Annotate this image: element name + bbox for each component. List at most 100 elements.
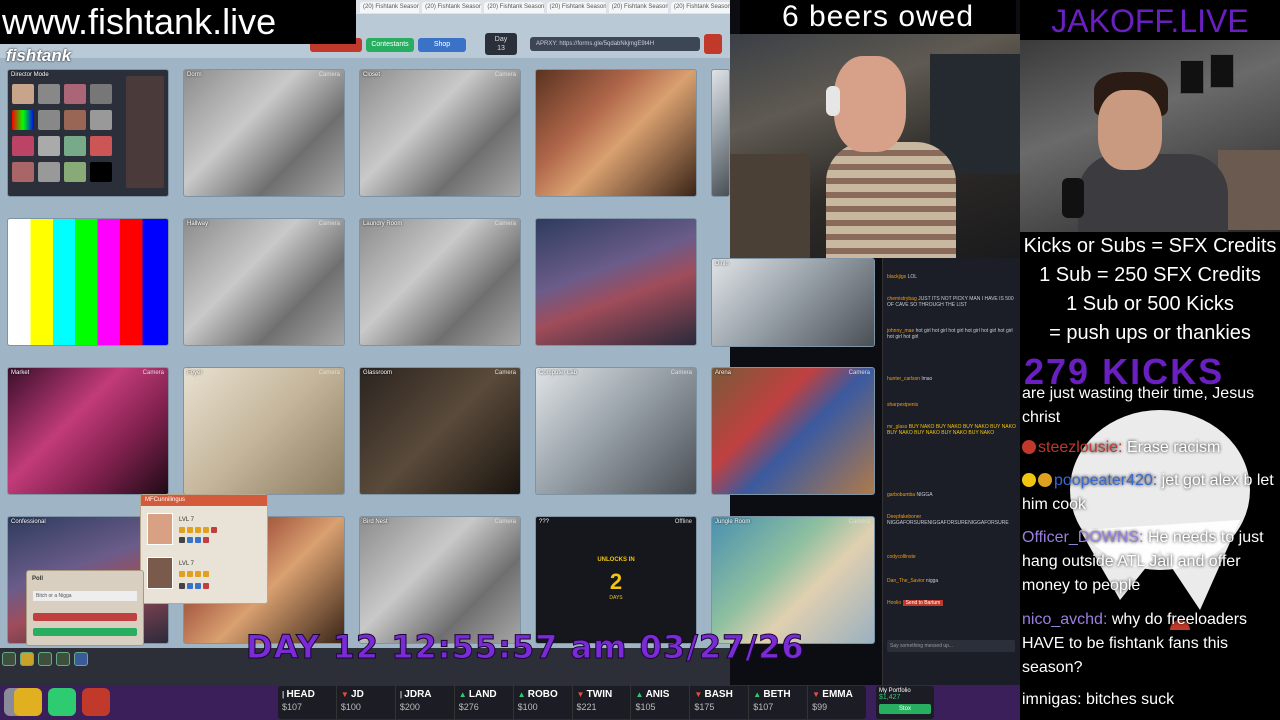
camera-label: Director Mode — [11, 72, 49, 78]
day-value: 13 — [497, 45, 505, 52]
contestant-level: LVL 7 — [179, 561, 195, 567]
camera-tile-glassroom[interactable]: Glassroom Camera — [359, 367, 521, 495]
stock-item[interactable]: ▼ EMMA $99 — [808, 686, 866, 719]
level-badge-icon — [1038, 473, 1052, 487]
portfolio-widget[interactable]: My Portfolio $1,427 Stox — [876, 686, 934, 719]
chat-message: Deepfakeboner NIGGAFORSURENIGGAFORSURENI… — [887, 514, 1009, 526]
camera-tile-bedroom[interactable] — [535, 218, 697, 346]
camera-tile-market[interactable]: Market Camera — [7, 367, 169, 495]
stock-item[interactable]: | HEAD $107 — [278, 686, 337, 719]
camera-tile-computer-lab[interactable]: Computer Lab Camera — [535, 367, 697, 495]
coin-icon[interactable] — [14, 688, 42, 716]
browser-tab[interactable]: (20) Fishtank Season... — [670, 2, 730, 13]
chat-message: hunter_carlson lmao — [887, 376, 933, 382]
chat-message: sharpestpenis — [887, 402, 919, 408]
camera-label: Arena — [715, 370, 732, 376]
camera-tile-dining[interactable]: Dinin — [711, 258, 875, 347]
camera-tile-color-bars[interactable] — [7, 218, 169, 346]
chat-message: mr_glass BUY NAKO BUY NAKO BUY NAKO BUY … — [887, 424, 1016, 436]
contestant-avatar — [147, 513, 173, 545]
camera-tile-foyer[interactable]: Foyer Camera — [183, 367, 345, 495]
stream-chat-message: steezlousie: Erase racism — [1022, 436, 1278, 460]
user-badge-icon — [1022, 440, 1036, 454]
camera-tile-director[interactable]: Director Mode — [7, 69, 169, 197]
camera-label: Confessional — [11, 519, 46, 525]
camera-tile-locked[interactable]: ??? Offline UNLOCKS IN 2 DAYS — [535, 516, 697, 644]
camera-label: Jungle Room — [715, 519, 751, 525]
unlock-text: UNLOCKS IN — [597, 557, 635, 563]
stream-chat-message: nico_avchd: why do freeloaders HAVE to b… — [1022, 611, 1248, 676]
camera-tile-living[interactable] — [535, 69, 697, 197]
camera-tile-laundry[interactable]: Laundry Room Camera — [359, 218, 521, 346]
browser-tab[interactable]: (20) Fishtank Season... — [484, 2, 544, 13]
chat-message: johnny_mae hot girl hot girl hot girl ho… — [887, 328, 1013, 340]
camera-tile-closet[interactable]: Closet Camera — [359, 69, 521, 197]
fishtank-browser: (20) Fishtank Season... (20) Fishtank Se… — [0, 0, 730, 685]
credits-line: = push ups or thankies — [1049, 322, 1251, 344]
camera-tile-arena[interactable]: Arena Camera — [711, 367, 875, 495]
stock-item[interactable]: ▼ BASH $175 — [690, 686, 750, 719]
crown-badge-icon — [1022, 473, 1036, 487]
browser-tab[interactable]: (20) Fishtank Season... — [422, 2, 482, 13]
app-chat-panel: blackjigs LOL chemistrybag JUST ITS NOT … — [882, 258, 1020, 685]
day-indicator: Day 13 — [485, 33, 517, 55]
unlock-number: 2 — [609, 569, 623, 594]
day-clock-overlay: DAY 12 12:55:57 am 03/27/26 — [246, 628, 805, 667]
stock-item[interactable]: ▲ ANIS $105 — [631, 686, 691, 719]
camera-tag: Camera — [494, 370, 516, 376]
contestant-avatar — [147, 557, 173, 589]
chat-message: chemistrybag JUST ITS NOT PICKY MAN I HA… — [887, 296, 1014, 308]
stock-item[interactable]: ▲ ROBO $100 — [514, 686, 573, 719]
tool-icon[interactable] — [56, 652, 70, 666]
browser-tab[interactable]: (20) Fishtank Season... — [360, 2, 420, 13]
streamer-webcam-2 — [1020, 40, 1280, 232]
tool-icon[interactable] — [82, 688, 110, 716]
camera-tile-partial[interactable] — [711, 69, 730, 197]
browser-tab[interactable]: (20) Fishtank Season... — [546, 2, 606, 13]
announcement-bar[interactable]: APRXY: https://forms.gle/5qdabNkjmgE9t4H — [530, 37, 700, 51]
tool-icon[interactable] — [74, 652, 88, 666]
camera-tile-hallway[interactable]: Hallway Camera — [183, 218, 345, 346]
poll-widget[interactable]: Poll Bitch or a Nigga — [26, 570, 144, 646]
stock-item[interactable]: ▲ LAND $276 — [455, 686, 514, 719]
tool-icon[interactable] — [38, 652, 52, 666]
poll-title: Poll — [32, 576, 44, 582]
stock-item[interactable]: ▲ BETH $107 — [749, 686, 809, 719]
browser-tab[interactable]: (20) Fishtank Season... — [608, 2, 668, 13]
camera-label: Computer Lab — [539, 370, 578, 376]
app-chat-input[interactable]: Say something messed up... — [887, 640, 1015, 652]
close-button[interactable] — [704, 34, 722, 54]
camera-tile-jungle-room[interactable]: Jungle Room Camera — [711, 516, 875, 644]
poll-option-bar[interactable] — [33, 628, 137, 636]
chat-message: blackjigs LOL — [887, 274, 918, 280]
stream-chat-message: Officer_DOWNS: He needs to just hang out… — [1022, 529, 1264, 594]
site-banner: www.fishtank.live — [0, 0, 356, 44]
screen: (20) Fishtank Season... (20) Fishtank Se… — [0, 0, 1280, 720]
camera-tile-dorm[interactable]: Dorm Camera — [183, 69, 345, 197]
chat-message: Hoolio Send to Bartum — [887, 600, 1019, 606]
tool-icon[interactable] — [20, 652, 34, 666]
chart-icon[interactable] — [48, 688, 76, 716]
stock-item[interactable]: ▼ JD $100 — [337, 686, 396, 719]
poll-option-bar[interactable] — [33, 613, 137, 621]
stock-item[interactable]: ▼ TWIN $221 — [573, 686, 632, 719]
camera-tag: Camera — [848, 370, 870, 376]
chat-message: Dan_The_Savior nigga — [887, 578, 939, 584]
contestants-button[interactable]: Contestants — [366, 38, 414, 52]
shop-button[interactable]: Shop — [418, 38, 466, 52]
camera-label: Bird Nest — [363, 519, 388, 525]
contestant-level: LVL 7 — [179, 517, 195, 523]
sfx-credits-info: Kicks or Subs = SFX Credits 1 Sub = 250 … — [1020, 232, 1280, 352]
camera-tag: Camera — [494, 72, 516, 78]
camera-tag: Camera — [494, 221, 516, 227]
camera-tile-bird-nest[interactable]: Bird Nest Camera — [359, 516, 521, 644]
stox-button[interactable]: Stox — [879, 704, 931, 714]
app-bottom-icons — [2, 652, 88, 666]
camera-tag: Camera — [318, 370, 340, 376]
camera-tag: Camera — [494, 519, 516, 525]
person-silhouette — [1062, 72, 1228, 232]
camera-label: Foyer — [187, 370, 203, 376]
contestant-popup[interactable]: MFCunnilingus LVL 7 LVL 7 — [140, 494, 268, 604]
stock-item[interactable]: | JDRA $200 — [396, 686, 455, 719]
tool-icon[interactable] — [2, 652, 16, 666]
